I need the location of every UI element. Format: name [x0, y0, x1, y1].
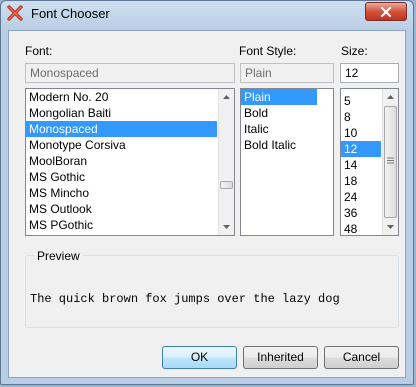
- font-list-item[interactable]: MS Gothic: [26, 169, 217, 185]
- size-list-item[interactable]: 36: [341, 205, 381, 221]
- chevron-up-icon: [223, 95, 230, 99]
- size-input[interactable]: 12: [340, 63, 399, 83]
- font-list-scroll-thumb[interactable]: [220, 181, 233, 189]
- font-list-item[interactable]: MS PGothic: [26, 217, 217, 233]
- font-list-scrollbar[interactable]: [218, 89, 234, 235]
- font-style-list-item[interactable]: Bold: [241, 105, 317, 121]
- close-icon: [380, 6, 392, 17]
- font-style-list[interactable]: Plain Bold Italic Bold Italic: [240, 88, 334, 236]
- font-list[interactable]: Modern No. 20 Mongolian Baiti Monospaced Mo…: [25, 88, 235, 236]
- scroll-down-button[interactable]: [383, 219, 398, 235]
- dialog-content: Font: Font Style: Size: Monospaced Plain…: [8, 30, 406, 378]
- size-list-item[interactable]: 14: [341, 157, 381, 173]
- font-list-item[interactable]: Modern No. 20: [26, 89, 217, 105]
- font-list-item[interactable]: MoolBoran: [26, 153, 217, 169]
- scroll-up-button[interactable]: [219, 89, 234, 105]
- size-list-item[interactable]: 5: [341, 93, 381, 109]
- chevron-up-icon: [387, 95, 394, 99]
- grip-icon: [387, 157, 394, 164]
- font-style-label: Font Style:: [239, 44, 297, 58]
- size-list-item[interactable]: 24: [341, 189, 381, 205]
- font-list-item[interactable]: MS Outlook: [26, 201, 217, 217]
- chevron-down-icon: [223, 225, 230, 229]
- size-label: Size:: [341, 44, 368, 58]
- font-style-list-item[interactable]: Bold Italic: [241, 137, 317, 153]
- font-style-list-item[interactable]: Italic: [241, 121, 317, 137]
- scroll-up-button[interactable]: [383, 89, 398, 105]
- size-list-item[interactable]: 10: [341, 125, 381, 141]
- style-list-scrollbar-area: [317, 89, 333, 235]
- size-list-item[interactable]: 18: [341, 173, 381, 189]
- size-list-item[interactable]: 8: [341, 109, 381, 125]
- font-style-field: Plain: [240, 63, 334, 83]
- size-list-item[interactable]: 12: [341, 141, 381, 157]
- font-style-list-item[interactable]: Plain: [241, 89, 317, 105]
- window-title: Font Chooser: [31, 6, 110, 21]
- size-list[interactable]: 5 8 10 12 14 18 24 36 48: [340, 88, 399, 236]
- inherited-button[interactable]: Inherited: [243, 346, 318, 369]
- chevron-down-icon: [387, 225, 394, 229]
- scroll-down-button[interactable]: [219, 219, 234, 235]
- font-label: Font:: [25, 44, 53, 58]
- font-chooser-app-icon: [7, 5, 23, 21]
- size-list-item[interactable]: 48: [341, 221, 381, 235]
- font-chooser-window: Font Chooser Font: Font Style: Size: Mon…: [0, 0, 414, 385]
- font-list-item[interactable]: Mongolian Baiti: [26, 105, 217, 121]
- size-list-scroll-thumb[interactable]: [384, 106, 397, 218]
- size-list-scrollbar[interactable]: [382, 89, 398, 235]
- font-list-item[interactable]: Monotype Corsiva: [26, 137, 217, 153]
- ok-button[interactable]: OK: [162, 346, 237, 369]
- preview-label: Preview: [34, 249, 83, 263]
- cancel-button[interactable]: Cancel: [324, 346, 399, 369]
- title-bar[interactable]: Font Chooser: [1, 1, 413, 29]
- font-list-item[interactable]: MS Mincho: [26, 185, 217, 201]
- preview-group: Preview The quick brown fox jumps over t…: [25, 249, 399, 328]
- close-button[interactable]: [365, 2, 407, 21]
- font-name-field: Monospaced: [25, 63, 235, 83]
- preview-text: The quick brown fox jumps over the lazy …: [30, 292, 340, 306]
- font-list-item[interactable]: Monospaced: [26, 121, 217, 137]
